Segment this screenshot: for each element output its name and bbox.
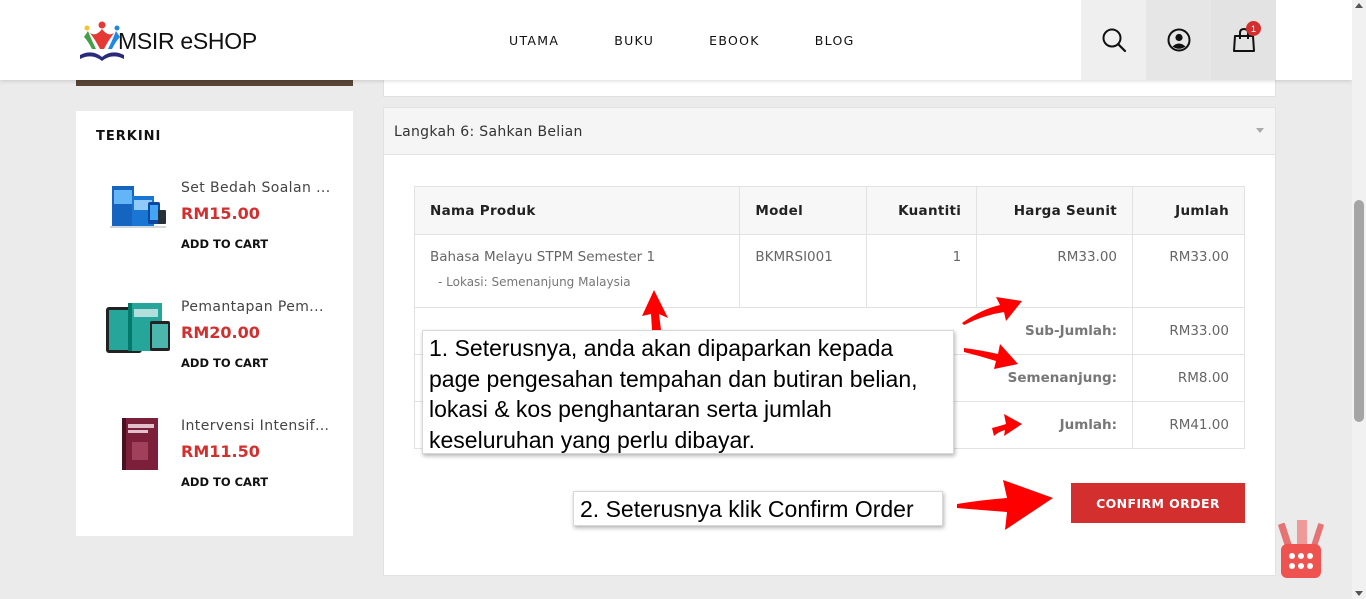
site-logo[interactable]: MSIR eSHOP — [76, 18, 257, 64]
annotation-arrow-icon — [992, 414, 1022, 436]
product-name[interactable]: Set Bedah Soalan ... — [181, 180, 331, 196]
subtotal-value: RM33.00 — [1132, 307, 1245, 355]
product-thumbnail[interactable] — [104, 299, 174, 359]
nav-item-blog[interactable]: BLOG — [815, 33, 855, 48]
scroll-down-icon[interactable] — [1355, 591, 1363, 596]
sidebar-product: Intervensi Intensif ... RM11.50 ADD TO C… — [76, 418, 353, 518]
column-header: Jumlah — [1132, 186, 1245, 235]
cart-count-badge: 1 — [1246, 21, 1261, 36]
search-button[interactable] — [1081, 0, 1146, 80]
logo-text: MSIR eSHOP — [118, 27, 257, 54]
step-header[interactable]: Langkah 6: Sahkan Belian — [384, 108, 1275, 155]
column-header: Harga Seunit — [976, 186, 1134, 235]
callout-line: lokasi & kos penghantaran serta jumlah — [429, 396, 832, 422]
add-to-cart-button[interactable]: ADD TO CART — [181, 475, 268, 489]
caret-down-icon — [1256, 128, 1264, 133]
cart-button[interactable] — [1211, 0, 1276, 80]
product-name[interactable]: Pemantapan Pem... — [181, 299, 331, 315]
sidebar-banner-image — [76, 80, 353, 86]
instruction-callout: 2. Seterusnya klik Confirm Order — [573, 491, 943, 526]
step-title: Langkah 6: Sahkan Belian — [394, 124, 583, 140]
logo-mark-icon — [76, 19, 126, 63]
nav-item-buku[interactable]: BUKU — [614, 33, 654, 48]
annotation-arrow-icon — [642, 290, 668, 330]
confirm-order-button[interactable]: CONFIRM ORDER — [1071, 483, 1245, 523]
grand-total-value: RM41.00 — [1132, 401, 1245, 449]
annotation-arrow-icon — [957, 480, 1053, 530]
nav-item-utama[interactable]: UTAMA — [509, 33, 559, 48]
add-to-cart-button[interactable]: ADD TO CART — [181, 356, 268, 370]
column-header: Kuantiti — [866, 186, 978, 235]
callout-line: keseluruhan yang perlu dibayar. — [429, 426, 756, 453]
column-header: Model — [739, 186, 868, 235]
user-icon — [1167, 28, 1190, 52]
search-icon — [1102, 28, 1126, 53]
annotation-arrow-icon — [964, 344, 1018, 369]
scroll-up-icon[interactable] — [1355, 3, 1363, 8]
pencil-cup-icon[interactable] — [1277, 520, 1325, 580]
shipping-value: RM8.00 — [1132, 354, 1245, 402]
instruction-callout: 1. Seterusnya, anda akan dipaparkan kepa… — [422, 330, 954, 454]
account-button[interactable] — [1146, 0, 1211, 80]
sidebar-product: Pemantapan Pem... RM20.00 ADD TO CART — [76, 299, 353, 399]
product-price: RM20.00 — [181, 323, 260, 342]
sidebar-title: TERKINI — [96, 129, 162, 144]
sidebar-latest: TERKINI Set Bedah Soalan ... RM15.00 ADD… — [76, 111, 353, 536]
product-price: RM11.50 — [181, 442, 260, 461]
scrollbar-thumb[interactable] — [1354, 200, 1364, 422]
callout-line: 1. Seterusnya, anda akan dipaparkan kepa… — [429, 335, 894, 361]
sidebar-product: Set Bedah Soalan ... RM15.00 ADD TO CART — [76, 180, 353, 280]
nav-item-ebook[interactable]: EBOOK — [709, 33, 760, 48]
product-cell: Bahasa Melayu STPM Semester 1 - Lokasi: … — [413, 234, 741, 308]
model-cell: BKMRSI001 — [739, 234, 868, 308]
column-header: Nama Produk — [413, 186, 741, 235]
annotation-arrow-icon — [962, 297, 1022, 325]
add-to-cart-button[interactable]: ADD TO CART — [181, 237, 268, 251]
product-option: - Lokasi: Semenanjung Malaysia — [438, 275, 631, 289]
page-scrollbar[interactable] — [1352, 0, 1366, 599]
product-price: RM15.00 — [181, 204, 260, 223]
main-nav: UTAMA BUKU EBOOK BLOG — [509, 33, 910, 48]
callout-line: page pengesahan tempahan dan butiran bel… — [429, 365, 918, 392]
order-product-name[interactable]: Bahasa Melayu STPM Semester 1 — [430, 249, 724, 265]
site-header: MSIR eSHOP UTAMA BUKU EBOOK BLOG 1 — [0, 0, 1352, 80]
table-header-row: Nama Produk Model Kuantiti Harga Seunit … — [413, 186, 1245, 235]
previous-step-panel — [383, 80, 1276, 97]
product-thumbnail[interactable] — [104, 180, 174, 240]
product-name[interactable]: Intervensi Intensif ... — [181, 418, 331, 434]
table-row: Bahasa Melayu STPM Semester 1 - Lokasi: … — [413, 234, 1245, 308]
product-thumbnail[interactable] — [104, 418, 174, 478]
line-total-cell: RM33.00 — [1132, 234, 1245, 308]
